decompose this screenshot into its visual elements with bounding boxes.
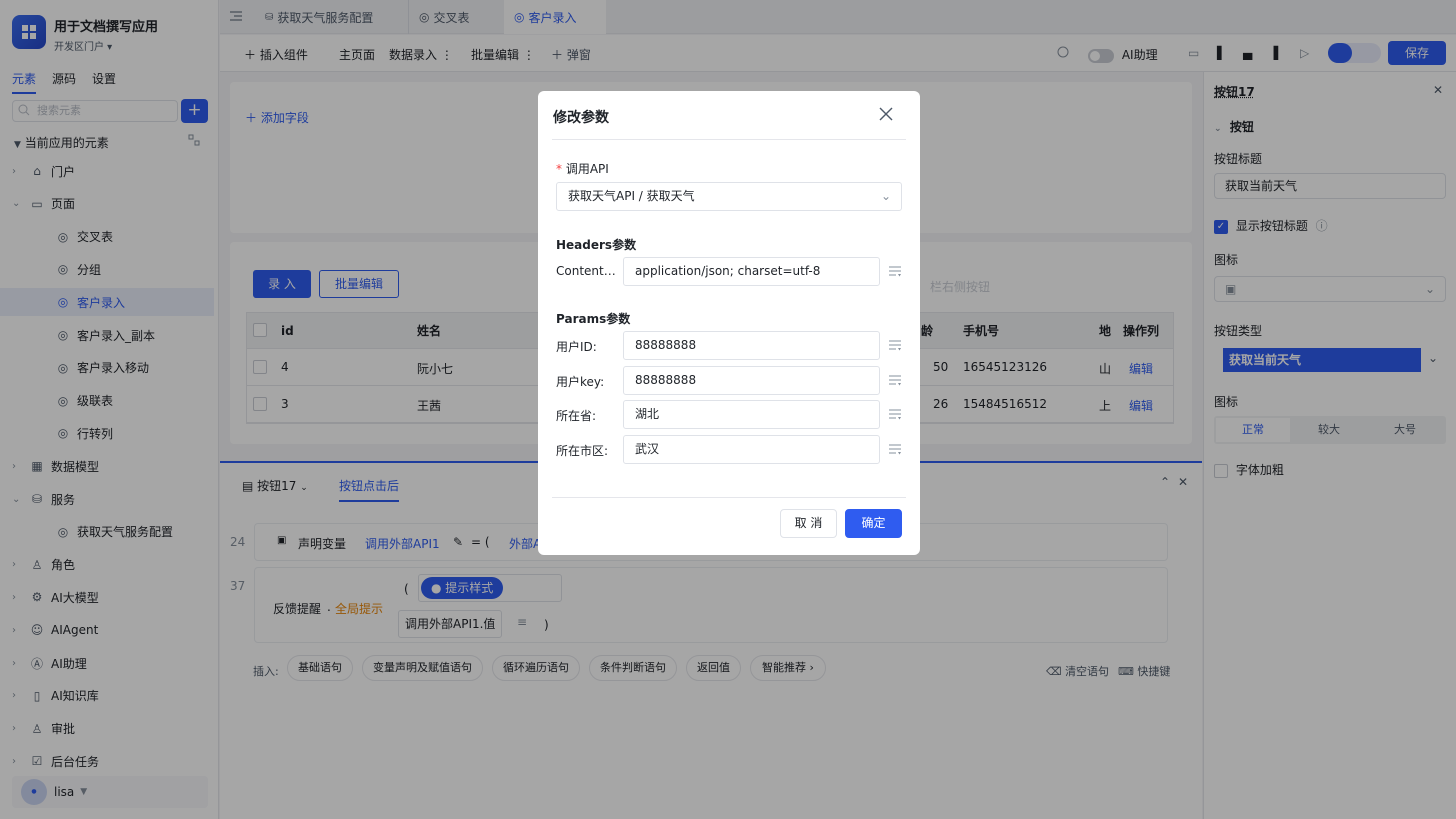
edit-params-dialog: 修改参数 * 调用API 获取天气API / 获取天气 ⌄ Headers参数 … (538, 91, 920, 555)
api-label: * 调用API (556, 162, 609, 176)
param-value-input[interactable]: 88888888 (623, 365, 880, 395)
ok-button[interactable]: 确定 (845, 509, 902, 538)
param-label: Content-Type: (556, 264, 618, 278)
divider (552, 497, 906, 498)
formula-icon[interactable] (888, 373, 902, 387)
cancel-button[interactable]: 取 消 (780, 509, 837, 538)
params-title: Params参数 (556, 312, 631, 326)
param-label: 用户key: (556, 374, 605, 389)
formula-icon[interactable] (888, 264, 902, 278)
param-value-input[interactable]: 武汉 (623, 435, 880, 465)
param-value-input[interactable]: 88888888 (623, 331, 880, 360)
param-label: 所在市区: (556, 444, 609, 459)
close-icon[interactable] (879, 107, 893, 121)
dialog-title: 修改参数 (553, 110, 609, 126)
formula-icon[interactable] (888, 338, 902, 352)
divider (552, 139, 906, 140)
headers-title: Headers参数 (556, 238, 637, 252)
api-select[interactable]: 获取天气API / 获取天气 ⌄ (556, 182, 902, 211)
param-value-input[interactable]: 湖北 (623, 400, 880, 430)
formula-icon[interactable] (888, 442, 902, 456)
chevron-down-icon: ⌄ (880, 189, 891, 203)
param-value-input[interactable]: application/json; charset=utf-8 (623, 257, 880, 286)
param-label: 所在省: (556, 409, 597, 424)
formula-icon[interactable] (888, 407, 902, 421)
param-label: 用户ID: (556, 340, 597, 354)
